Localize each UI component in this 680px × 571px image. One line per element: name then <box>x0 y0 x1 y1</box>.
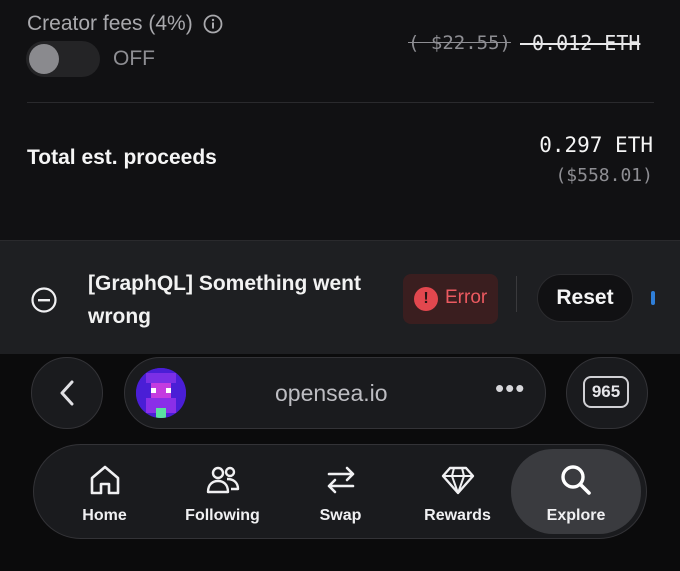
diamond-icon <box>441 466 474 495</box>
toggle-state-label: OFF <box>113 47 155 70</box>
total-proceeds-label: Total est. proceeds <box>27 146 217 169</box>
address-bar[interactable]: opensea.io ••• <box>124 357 546 429</box>
creator-fee-eth: -0.012 ETH <box>520 31 641 55</box>
tab-swap[interactable]: Swap <box>283 449 398 534</box>
exclamation-icon: ! <box>414 287 438 311</box>
back-button[interactable] <box>31 357 103 429</box>
home-icon <box>90 465 119 495</box>
total-proceeds-usd: ($558.01) <box>555 165 653 186</box>
error-toast: [GraphQL] Something went wrong ! Error R… <box>0 240 680 355</box>
total-proceeds-eth: 0.297 ETH <box>539 133 653 157</box>
swap-icon <box>327 466 354 494</box>
divider <box>27 102 654 103</box>
reset-button[interactable]: Reset <box>537 274 633 322</box>
error-badge-label: Error <box>445 287 488 308</box>
tab-rewards[interactable]: Rewards <box>400 449 515 534</box>
creator-fee-usd: ( $22.55) <box>408 32 511 54</box>
tab-label-rewards: Rewards <box>424 507 491 524</box>
listing-summary-panel: Creator fees (4%) OFF ( $22.55) -0.012 E… <box>0 0 680 240</box>
site-favicon-avatar <box>136 368 186 418</box>
tabs-button[interactable]: 965 <box>566 357 648 429</box>
more-options-icon[interactable]: ••• <box>495 373 525 404</box>
tab-home[interactable]: Home <box>47 449 162 534</box>
toggle-knob <box>29 44 59 74</box>
url-text: opensea.io <box>275 380 388 406</box>
tab-label-swap: Swap <box>319 507 362 524</box>
tab-label-home: Home <box>82 507 127 524</box>
toast-message: [GraphQL] Something went wrong <box>88 272 361 328</box>
search-icon <box>561 465 591 495</box>
creator-fees-toggle[interactable] <box>26 41 100 77</box>
dismiss-minus-icon[interactable] <box>30 286 58 314</box>
info-icon[interactable] <box>203 14 223 34</box>
tab-label-following: Following <box>185 507 260 524</box>
bottom-tab-bar: Home Following Swap Rewards Explore <box>33 444 647 539</box>
vertical-divider <box>516 276 517 312</box>
error-badge: ! Error <box>403 274 498 324</box>
creator-fees-label: Creator fees (4%) <box>27 12 193 35</box>
tab-explore[interactable]: Explore <box>511 449 641 534</box>
chevron-left-icon <box>60 380 74 406</box>
tab-following[interactable]: Following <box>165 449 280 534</box>
overflow-action-indicator[interactable] <box>651 291 655 305</box>
people-icon <box>206 466 239 494</box>
tab-count: 965 <box>583 376 629 408</box>
tab-label-explore: Explore <box>546 507 606 524</box>
